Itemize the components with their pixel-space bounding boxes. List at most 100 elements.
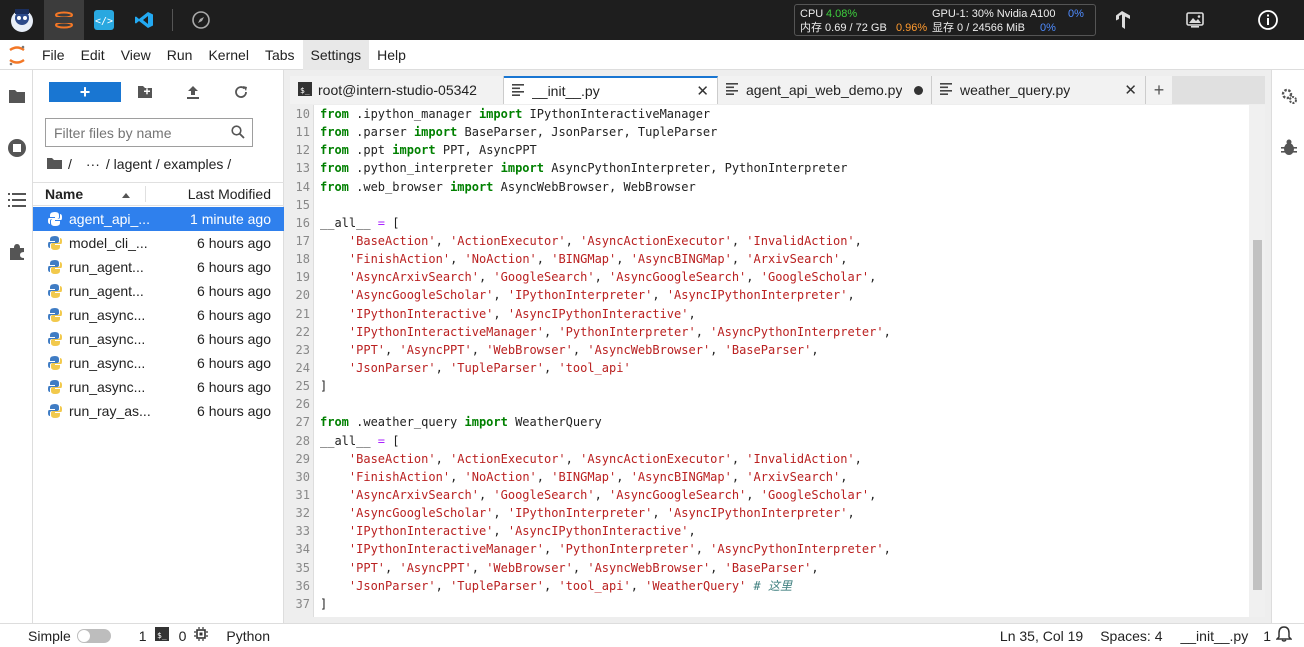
menu-help[interactable]: Help (369, 40, 414, 70)
file-modified: 6 hours ago (197, 355, 271, 371)
jupyter-logo-icon (0, 44, 34, 66)
cursor-position[interactable]: Ln 35, Col 19 (1000, 628, 1083, 644)
menu-kernel[interactable]: Kernel (200, 40, 256, 70)
line-number: 24 (295, 360, 310, 375)
python-file-icon (33, 236, 69, 250)
tab-label: root@intern-studio-05342 (318, 82, 477, 98)
divider (172, 9, 173, 31)
file-list-item[interactable]: model_cli_... 6 hours ago (33, 231, 284, 255)
breadcrumb-path[interactable]: / lagent / examples / (106, 156, 231, 172)
code-text: from .weather_query import WeatherQuery (320, 415, 602, 430)
file-list-item[interactable]: run_async... 6 hours ago (33, 351, 284, 375)
running-kernels-icon[interactable] (0, 122, 33, 174)
simple-mode-toggle[interactable] (76, 628, 111, 643)
info-icon[interactable] (1248, 0, 1288, 40)
python-file-icon (33, 404, 69, 418)
debugger-icon[interactable] (1272, 122, 1304, 174)
code-line: 37] (290, 595, 1265, 613)
bell-icon[interactable] (1275, 626, 1293, 645)
extensions-icon[interactable] (0, 226, 33, 278)
property-inspector-icon[interactable] (1272, 70, 1304, 122)
tensorflow-icon[interactable] (1102, 0, 1142, 40)
name-column-label: Name (45, 186, 84, 202)
close-icon[interactable]: ✕ (696, 82, 709, 100)
notification-count[interactable]: 1 (1263, 628, 1271, 644)
text-file-icon (512, 83, 524, 99)
vertical-scrollbar[interactable] (1249, 105, 1265, 617)
kernel-language[interactable]: Python (226, 628, 270, 644)
file-list-item[interactable]: run_async... 6 hours ago (33, 375, 284, 399)
line-number: 19 (295, 270, 310, 285)
folder-icon[interactable] (0, 70, 33, 122)
new-folder-icon[interactable] (121, 85, 169, 99)
cpu-chip-icon (194, 627, 209, 644)
vscode-icon[interactable] (124, 0, 164, 40)
line-number: 20 (295, 288, 310, 303)
new-launcher-button[interactable]: + (49, 82, 121, 102)
code-editor-icon[interactable]: </> (84, 0, 124, 40)
menu-file[interactable]: File (34, 40, 73, 70)
breadcrumb-root[interactable]: / (68, 156, 72, 172)
line-number: 35 (295, 560, 310, 575)
add-tab-button[interactable]: + (1146, 76, 1172, 104)
terminal-count[interactable]: 0 (179, 628, 187, 644)
python-file-icon (33, 332, 69, 346)
line-number: 21 (295, 306, 310, 321)
code-editor[interactable]: 10 from .ipython_manager import IPythonIn… (290, 105, 1265, 617)
menu-run[interactable]: Run (159, 40, 201, 70)
tab-init-py[interactable]: __init__.py ✕ (504, 76, 718, 104)
line-number: 30 (295, 469, 310, 484)
line-number: 17 (295, 233, 310, 248)
file-list-item[interactable]: run_agent... 6 hours ago (33, 255, 284, 279)
line-number: 31 (295, 487, 310, 502)
file-list-item[interactable]: run_async... 6 hours ago (33, 327, 284, 351)
menu-settings[interactable]: Settings (302, 39, 370, 70)
code-text: __all__ = [ (320, 433, 400, 448)
menu-view[interactable]: View (113, 40, 159, 70)
mem-value: 0.96% (896, 22, 928, 34)
close-icon[interactable]: ✕ (1124, 81, 1137, 99)
kernel-count[interactable]: 1 (139, 628, 147, 644)
tab-terminal[interactable]: $_ root@intern-studio-05342 (290, 76, 504, 104)
file-list-item[interactable]: run_ray_as... 6 hours ago (33, 399, 284, 423)
code-line: 15 (290, 196, 1265, 214)
indent-setting[interactable]: Spaces: 4 (1100, 628, 1162, 644)
line-number: 14 (295, 179, 310, 194)
last-modified-column-header[interactable]: Last Modified (146, 186, 284, 202)
table-of-contents-icon[interactable] (0, 174, 33, 226)
folder-icon[interactable] (47, 156, 62, 172)
left-sidebar (0, 70, 33, 623)
line-number: 34 (295, 542, 310, 557)
line-number: 11 (295, 125, 310, 140)
text-file-icon (940, 82, 952, 98)
jupyter-tab-icon[interactable] (44, 0, 84, 40)
code-text: 'PPT', 'AsyncPPT', 'WebBrowser', 'AsyncW… (348, 560, 819, 575)
file-modified: 1 minute ago (190, 211, 271, 227)
name-column-header[interactable]: Name (33, 186, 146, 202)
refresh-icon[interactable] (217, 85, 265, 99)
unsaved-dot-icon[interactable] (914, 85, 923, 95)
file-filter-input[interactable] (45, 118, 253, 147)
file-modified: 6 hours ago (197, 331, 271, 347)
tab-label: __init__.py (532, 83, 600, 99)
scrollbar-thumb[interactable] (1253, 240, 1262, 590)
intern-studio-logo-icon[interactable] (0, 0, 44, 40)
file-name: run_ray_as... (69, 403, 151, 419)
python-file-icon (33, 356, 69, 370)
file-list-item[interactable]: run_async... 6 hours ago (33, 303, 284, 327)
tab-agent-api-web-demo[interactable]: agent_api_web_demo.py (718, 76, 932, 104)
breadcrumb-ellipsis[interactable]: ··· (86, 156, 100, 172)
menu-edit[interactable]: Edit (73, 40, 113, 70)
menu-tabs[interactable]: Tabs (257, 40, 303, 70)
file-list-item[interactable]: agent_api_... 1 minute ago (33, 207, 284, 231)
code-text: 'FinishAction', 'NoAction', 'BINGMap', '… (348, 252, 848, 267)
compass-icon[interactable] (181, 0, 221, 40)
resource-monitor: CPU 4.08% GPU-1: 30% Nvidia A100 0% 内存 0… (794, 4, 1096, 36)
file-list-item[interactable]: run_agent... 6 hours ago (33, 279, 284, 303)
code-text: ] (320, 596, 328, 611)
upload-icon[interactable] (169, 85, 217, 99)
tab-weather-query[interactable]: weather_query.py ✕ (932, 76, 1146, 104)
code-text: 'AsyncArxivSearch', 'GoogleSearch', 'Asy… (348, 487, 877, 502)
line-number: 28 (295, 433, 310, 448)
image-monitor-icon[interactable] (1175, 0, 1215, 40)
